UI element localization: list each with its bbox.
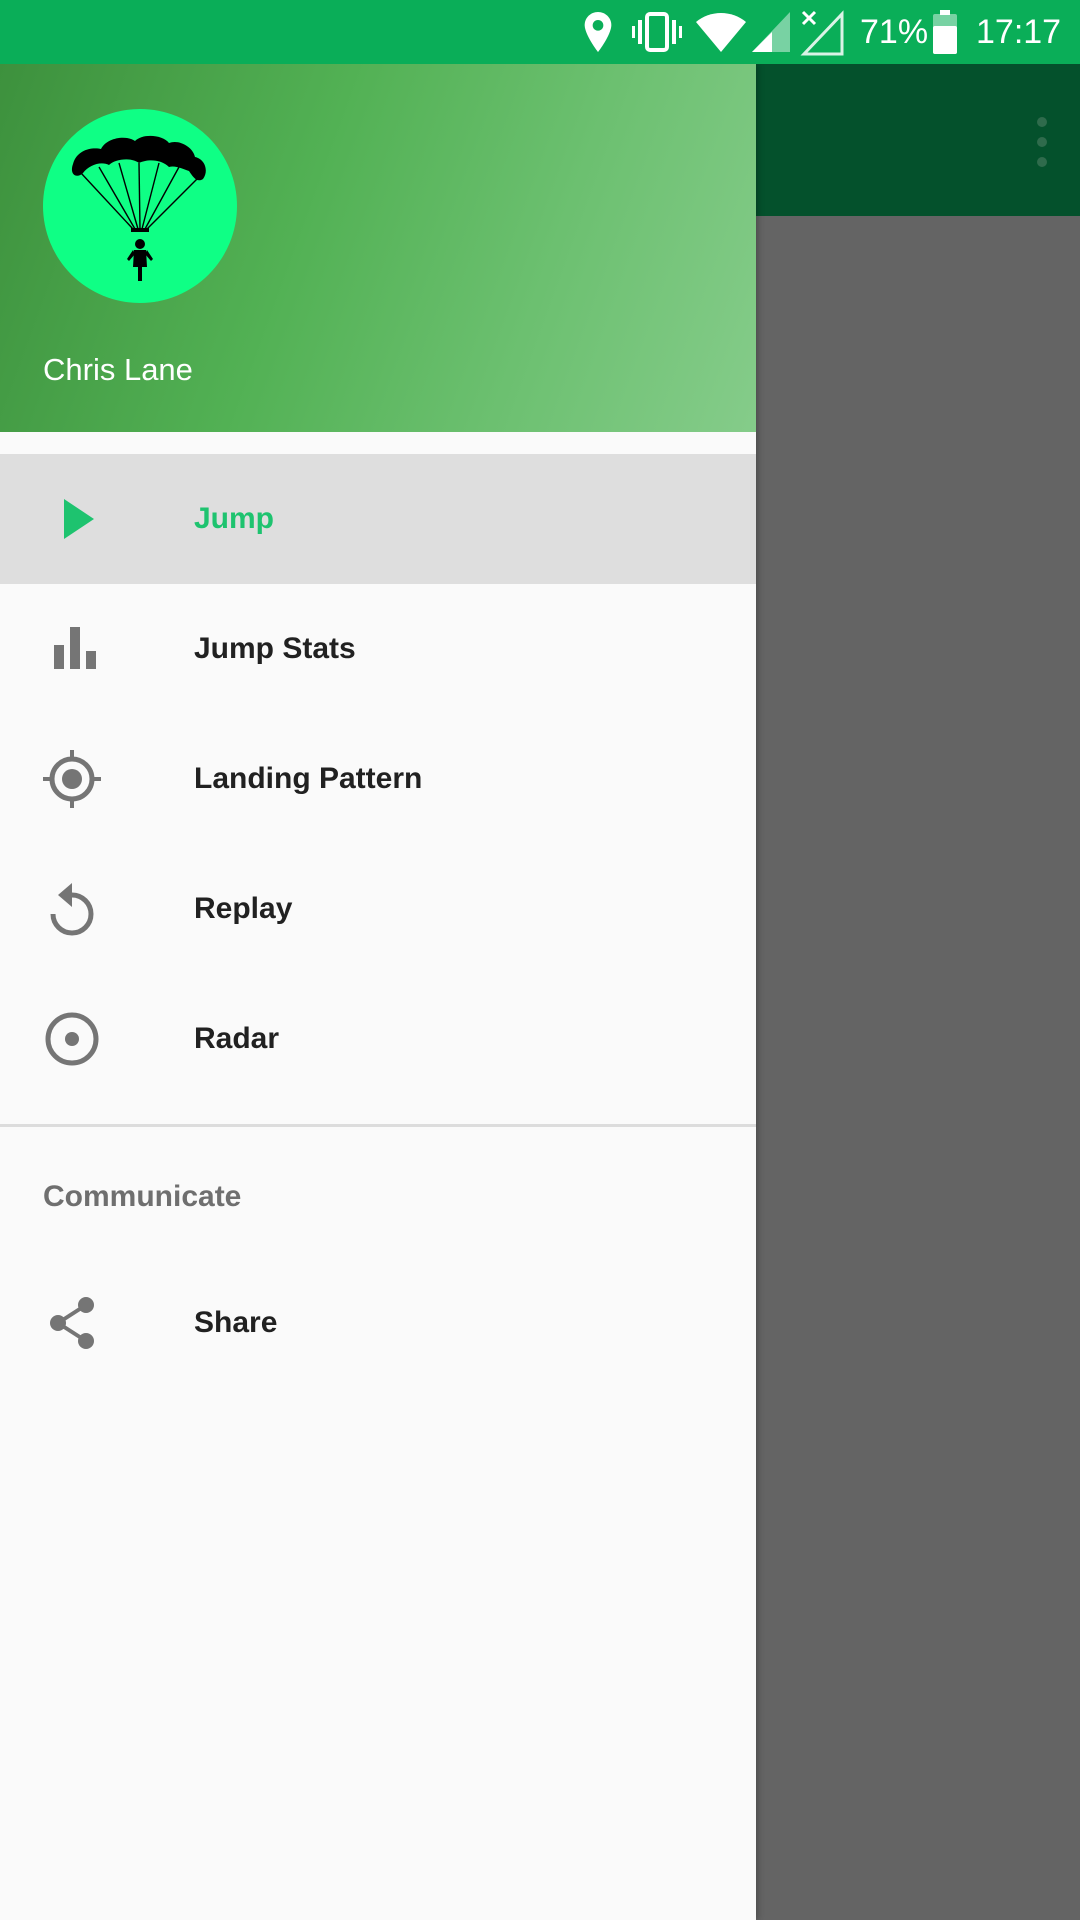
- menu-item-label: Jump Stats: [194, 632, 356, 665]
- crosshair-icon: [43, 750, 101, 808]
- replay-icon: [50, 883, 94, 936]
- menu-item-radar[interactable]: Radar: [0, 974, 756, 1104]
- play-icon: [64, 499, 94, 539]
- wifi-icon: [696, 13, 746, 52]
- drawer-header: Chris Lane: [0, 64, 756, 432]
- menu-item-replay[interactable]: Replay: [0, 844, 756, 974]
- user-name: Chris Lane: [43, 352, 193, 387]
- menu-item-jump-stats[interactable]: Jump Stats: [0, 584, 756, 714]
- radar-icon: [45, 1012, 99, 1066]
- battery-icon: [933, 10, 957, 54]
- location-icon: [584, 12, 612, 52]
- more-vert-icon[interactable]: [1022, 112, 1062, 172]
- parachutist-icon: [71, 135, 206, 281]
- menu-item-share[interactable]: Share: [0, 1258, 756, 1388]
- menu-item-jump[interactable]: Jump: [0, 454, 756, 584]
- clock: 17:17: [976, 13, 1062, 51]
- menu-item-label: Share: [194, 1306, 278, 1339]
- section-header-communicate: Communicate: [43, 1180, 242, 1213]
- drawer-menu: Jump Jump Stats Landing Pattern Replay R…: [0, 454, 756, 1104]
- menu-item-label: Landing Pattern: [194, 762, 423, 795]
- divider: [0, 1124, 756, 1127]
- signal-icon: [752, 12, 790, 52]
- menu-item-landing-pattern[interactable]: Landing Pattern: [0, 714, 756, 844]
- menu-item-label: Radar: [194, 1022, 280, 1055]
- share-icon: [50, 1297, 94, 1349]
- battery-percent: 71%: [860, 13, 929, 51]
- navigation-drawer: Chris Lane Jump Jump Stats Landing Patte…: [0, 64, 756, 1920]
- no-signal-icon: [800, 10, 844, 56]
- menu-item-label: Jump: [194, 502, 275, 535]
- status-bar: 71% 17:17: [0, 0, 1080, 64]
- vibrate-icon: [632, 12, 682, 52]
- menu-item-label: Replay: [194, 892, 293, 925]
- bar-chart-icon: [54, 627, 96, 669]
- avatar[interactable]: [43, 109, 237, 303]
